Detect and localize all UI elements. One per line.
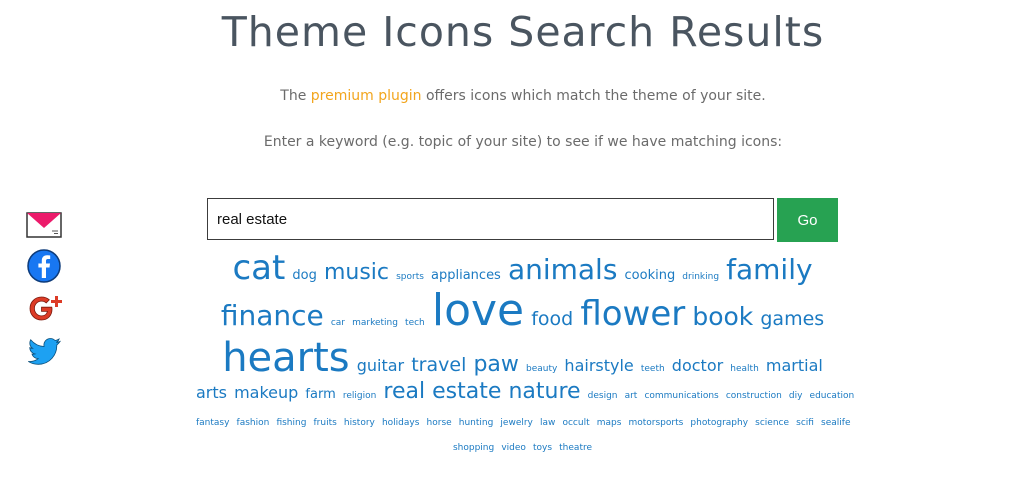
tag-music[interactable]: music	[324, 260, 389, 285]
tag-hearts[interactable]: hearts	[222, 335, 349, 381]
subtitle-text-after: offers icons which match the theme of yo…	[421, 88, 766, 104]
tag-toys[interactable]: toys	[533, 443, 552, 453]
tag-dog[interactable]: dog	[292, 268, 316, 283]
tag-shopping[interactable]: shopping	[453, 443, 494, 453]
tag-construction[interactable]: construction	[726, 391, 782, 401]
tag-guitar[interactable]: guitar	[357, 356, 404, 375]
tag-science[interactable]: science	[755, 418, 789, 428]
tag-cloud-row: arts makeup farm religion real estate na…	[195, 379, 854, 404]
tag-real-estate[interactable]: real estate	[383, 379, 501, 404]
tag-jewelry[interactable]: jewelry	[500, 418, 532, 428]
tag-makeup[interactable]: makeup	[234, 383, 298, 402]
tag-fantasy[interactable]: fantasy	[196, 418, 229, 428]
subtitle-text-before: The	[280, 88, 311, 104]
tag-fruits[interactable]: fruits	[314, 418, 337, 428]
tag-history[interactable]: history	[344, 418, 375, 428]
tag-scifi[interactable]: scifi	[796, 418, 814, 428]
tag-health[interactable]: health	[730, 364, 759, 374]
tag-cloud-row: hearts guitar travel paw beauty hairstyl…	[195, 336, 850, 380]
tag-finance[interactable]: finance	[221, 299, 324, 332]
search-prompt: Enter a keyword (e.g. topic of your site…	[263, 134, 783, 150]
tag-nature[interactable]: nature	[508, 379, 580, 404]
tag-art[interactable]: art	[625, 391, 638, 401]
tag-photography[interactable]: photography	[690, 418, 748, 428]
tag-food[interactable]: food	[531, 308, 573, 330]
tag-cloud-row: shopping video toys theatre	[195, 436, 850, 454]
tag-flower[interactable]: flower	[580, 294, 685, 334]
tag-sports[interactable]: sports	[396, 272, 424, 282]
tag-games[interactable]: games	[760, 308, 824, 330]
tag-animals[interactable]: animals	[508, 253, 617, 286]
tag-motorsports[interactable]: motorsports	[628, 418, 683, 428]
tag-cloud-row: cat dog music sports appliances animals …	[195, 248, 850, 288]
tag-travel[interactable]: travel	[411, 354, 466, 376]
tag-maps[interactable]: maps	[597, 418, 622, 428]
tag-love[interactable]: love	[432, 285, 524, 336]
tag-occult[interactable]: occult	[562, 418, 589, 428]
tag-hairstyle[interactable]: hairstyle	[564, 356, 633, 375]
subtitle: The premium plugin offers icons which ma…	[0, 88, 1024, 104]
facebook-icon[interactable]	[26, 248, 62, 284]
tag-communications[interactable]: communications	[644, 391, 718, 401]
tag-farm[interactable]: farm	[305, 387, 335, 402]
tag-video[interactable]: video	[501, 443, 526, 453]
page-title: Theme Icons Search Results	[221, 8, 825, 56]
tag-cloud-row: fantasy fashion fishing fruits history h…	[195, 411, 850, 429]
tag-teeth[interactable]: teeth	[641, 364, 665, 374]
tag-cooking[interactable]: cooking	[625, 268, 676, 283]
tag-sealife[interactable]: sealife	[821, 418, 850, 428]
keyword-search-input[interactable]	[207, 198, 774, 240]
tag-car[interactable]: car	[331, 318, 345, 328]
twitter-icon[interactable]	[26, 334, 62, 370]
premium-plugin-link[interactable]: premium plugin	[311, 88, 422, 104]
tag-arts[interactable]: arts	[196, 383, 227, 402]
tag-book[interactable]: book	[692, 302, 753, 331]
tag-fishing[interactable]: fishing	[276, 418, 306, 428]
tag-tech[interactable]: tech	[405, 318, 425, 328]
tag-doctor[interactable]: doctor	[672, 356, 723, 375]
email-icon[interactable]	[26, 210, 62, 246]
tag-horse[interactable]: horse	[427, 418, 452, 428]
tag-fashion[interactable]: fashion	[237, 418, 270, 428]
tag-drinking[interactable]: drinking	[682, 272, 719, 282]
tag-hunting[interactable]: hunting	[459, 418, 494, 428]
tag-law[interactable]: law	[540, 418, 555, 428]
tag-beauty[interactable]: beauty	[526, 364, 557, 374]
tag-cloud-row: finance car marketing tech love food flo…	[195, 287, 850, 335]
tag-cloud: cat dog music sports appliances animals …	[195, 248, 854, 454]
tag-diy[interactable]: diy	[789, 391, 803, 401]
tag-marketing[interactable]: marketing	[352, 318, 398, 328]
tag-education[interactable]: education	[810, 391, 855, 401]
tag-religion[interactable]: religion	[343, 391, 376, 401]
tag-holidays[interactable]: holidays	[382, 418, 419, 428]
tag-design[interactable]: design	[588, 391, 618, 401]
tag-appliances[interactable]: appliances	[431, 268, 501, 283]
google-plus-icon[interactable]	[26, 291, 62, 327]
tag-family[interactable]: family	[726, 253, 812, 286]
tag-theatre[interactable]: theatre	[559, 443, 592, 453]
tag-cat[interactable]: cat	[232, 248, 285, 288]
tag-paw[interactable]: paw	[473, 352, 518, 377]
go-button[interactable]: Go	[777, 198, 838, 242]
tag-martial[interactable]: martial	[766, 356, 823, 375]
